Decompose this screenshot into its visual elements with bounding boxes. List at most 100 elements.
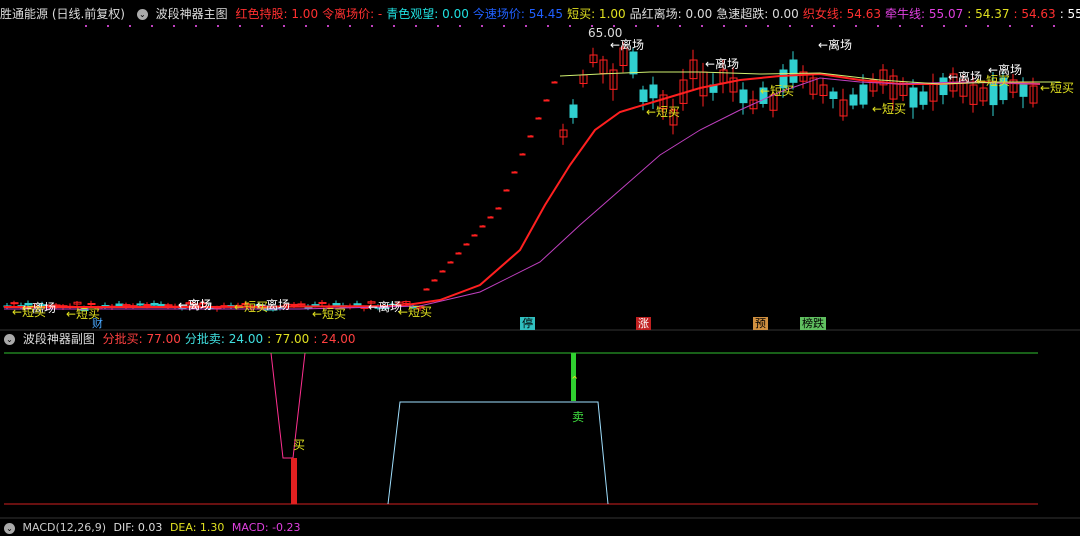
signal-dot: [525, 25, 527, 27]
signal-dot: [833, 25, 835, 27]
candle-body: [440, 271, 445, 272]
signal-annotation: ←短买: [398, 303, 432, 320]
macd-bar: ⌄ MACD(12,26,9) DIF: 0.03 DEA: 1.30 MACD…: [0, 519, 1080, 536]
candle-body: [910, 88, 917, 107]
candle-body: [920, 92, 927, 104]
signal-dot: [85, 25, 87, 27]
event-marker[interactable]: 涨: [636, 317, 651, 330]
signal-dot: [679, 25, 681, 27]
signal-dot: [393, 25, 395, 27]
candle-body: [640, 90, 647, 101]
signal-dot: [261, 25, 263, 27]
signal-dot: [239, 25, 241, 27]
signal-dot: [305, 25, 307, 27]
signal-dot: [1031, 25, 1033, 27]
signal-dot: [701, 25, 703, 27]
sub-indicator-value-1: 分批卖: 24.00: [185, 332, 263, 346]
sub-indicator-menu-icon[interactable]: ⌄: [4, 334, 15, 345]
candle-body: [432, 280, 437, 281]
signal-dot: [437, 25, 439, 27]
signal-dot: [811, 25, 813, 27]
candle-body: [456, 253, 461, 254]
macd-value: MACD: -0.23: [232, 521, 301, 534]
sell-arrow-icon: ⌃: [570, 374, 579, 387]
candle-body: [850, 95, 857, 105]
signal-dot: [129, 25, 131, 27]
signal-dot: [1053, 25, 1055, 27]
candle-body: [536, 118, 541, 119]
signal-annotation: ←离场: [705, 55, 739, 72]
signal-annotation: ←短买: [12, 303, 46, 320]
signal-dot: [965, 25, 967, 27]
candle-body: [291, 304, 298, 305]
event-marker[interactable]: 榜跌: [800, 317, 826, 330]
candle-body: [488, 217, 493, 218]
signal-dot: [767, 25, 769, 27]
signal-annotation: ←短买: [312, 305, 346, 322]
signal-annotation: ←短买: [646, 103, 680, 120]
candle-body: [504, 190, 509, 191]
candle-body: [137, 304, 144, 305]
chart-canvas[interactable]: ⌃: [0, 0, 1080, 526]
signal-dot: [481, 25, 483, 27]
signal-dot: [173, 25, 175, 27]
candle-body: [552, 82, 557, 83]
sub-indicator-name[interactable]: 波段神器副图: [23, 332, 95, 346]
macd-menu-icon[interactable]: ⌄: [4, 523, 15, 534]
candle-body: [424, 289, 429, 290]
signal-dot: [635, 25, 637, 27]
candle-body: [520, 154, 525, 155]
candle-body: [480, 226, 485, 227]
candle-body: [630, 52, 637, 74]
event-marker[interactable]: 财: [90, 317, 105, 330]
signal-dot: [987, 25, 989, 27]
candle-body: [570, 105, 577, 117]
candle-body: [354, 304, 361, 305]
sub-indicator-value-2: : 77.00: [267, 332, 309, 346]
macd-dea: DEA: 1.30: [170, 521, 224, 534]
signal-dot: [283, 25, 285, 27]
candle-body: [448, 262, 453, 263]
signal-dot: [657, 25, 659, 27]
macd-name[interactable]: MACD(12,26,9): [23, 521, 107, 534]
candle-body: [151, 303, 158, 305]
candle-body: [830, 92, 837, 98]
signal-annotation: ←离场: [818, 36, 852, 53]
sub-indicator-value-3: : 24.00: [313, 332, 355, 346]
signal-dot: [195, 25, 197, 27]
candle-body: [144, 305, 151, 306]
candle-body: [940, 78, 947, 95]
signal-annotation: ←短买: [872, 100, 906, 117]
macd-dif: DIF: 0.03: [114, 521, 163, 534]
signal-dot: [217, 25, 219, 27]
signal-dot: [943, 25, 945, 27]
signal-annotation: ←离场: [368, 298, 402, 315]
candle-body: [116, 304, 123, 306]
signal-annotation: ←短买: [760, 82, 794, 99]
signal-dot: [921, 25, 923, 27]
event-marker[interactable]: 停: [520, 317, 535, 330]
candle-body: [544, 100, 549, 101]
candle-body: [298, 304, 305, 305]
high-price-label: 65.00: [588, 26, 622, 40]
candle-body: [1020, 84, 1027, 96]
sub-indicator-value-0: 分批买: 77.00: [103, 332, 181, 346]
signal-dot: [107, 25, 109, 27]
event-marker[interactable]: 预: [753, 317, 768, 330]
signal-dot: [723, 25, 725, 27]
candle-body: [740, 90, 747, 103]
candle-body: [790, 60, 797, 82]
signal-dot: [1009, 25, 1011, 27]
candle-body: [860, 85, 867, 104]
signal-dot: [415, 25, 417, 27]
signal-dot: [789, 25, 791, 27]
candle-body: [650, 85, 657, 98]
signal-dot: [855, 25, 857, 27]
signal-annotation: ←离场: [178, 296, 212, 313]
signal-dot: [745, 25, 747, 27]
signal-dot: [459, 25, 461, 27]
signal-dot: [547, 25, 549, 27]
signal-dot: [151, 25, 153, 27]
candle-body: [496, 208, 501, 209]
signal-annotation: ←短买: [234, 298, 268, 315]
